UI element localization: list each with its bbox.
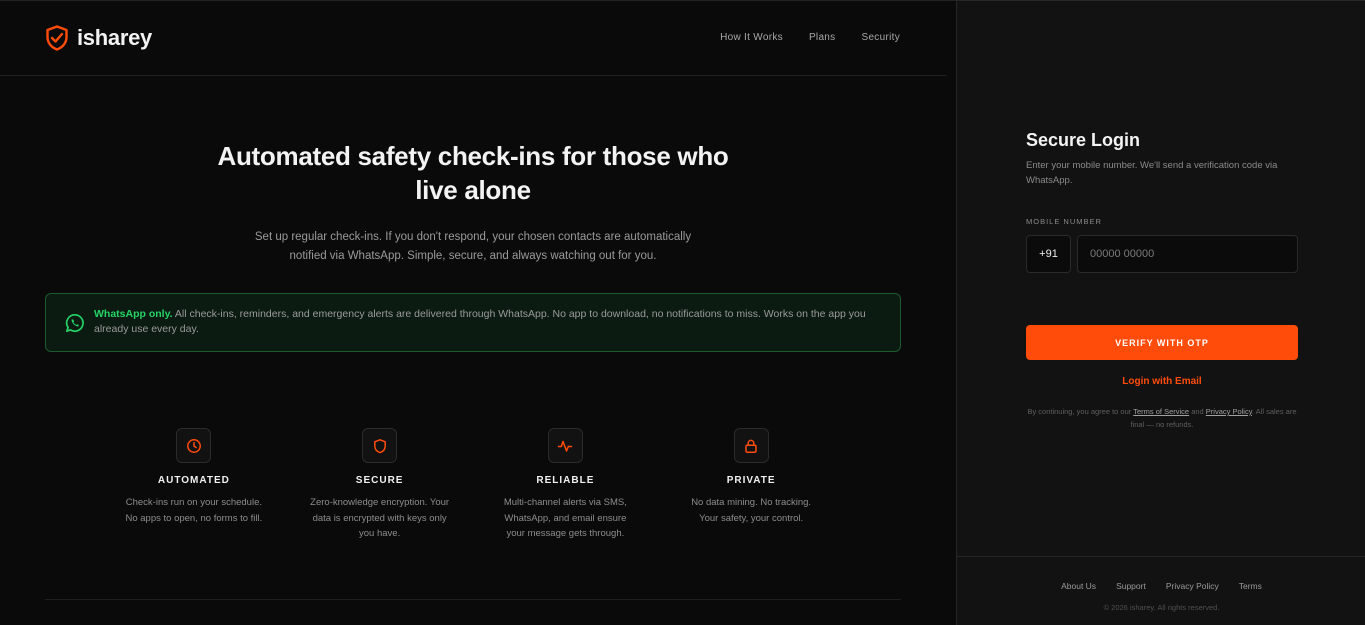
feature-description: Multi-channel alerts via SMS, WhatsApp, … [503,497,627,539]
feature-description: Check-ins run on your schedule. No apps … [125,497,263,524]
verify-otp-button[interactable]: VERIFY WITH OTP [1026,325,1298,360]
country-code-select[interactable]: +91 [1026,235,1071,273]
feature-automated: AUTOMATED Check-ins run on your schedule… [101,428,287,542]
feature-reliable: RELIABLE Multi-channel alerts via SMS, W… [473,428,659,542]
feature-description: No data mining. No tracking. Your safety… [691,497,812,524]
feature-description: Zero-knowledge encryption. Your data is … [310,497,450,539]
nav-link-plans[interactable]: Plans [809,32,836,43]
pulse-icon [547,428,583,463]
divider [45,599,901,600]
nav-link-how-it-works[interactable]: How It Works [720,32,783,43]
copyright: © 2026 isharey. All rights reserved. [1103,603,1220,612]
feature-title: PRIVATE [726,475,776,486]
feature-secure: SECURE Zero-knowledge encryption. Your d… [287,428,473,542]
login-subtitle: Enter your mobile number. We'll send a v… [1026,160,1278,186]
site-header: isharey How It Works Plans Security [0,1,946,76]
feature-title: AUTOMATED [157,475,230,486]
login-panel: Secure Login Enter your mobile number. W… [956,0,1365,625]
brand[interactable]: isharey [45,25,152,51]
legal-notice: By continuing, you agree to our Terms of… [1026,405,1298,431]
privacy-policy-link[interactable]: Privacy Policy [1206,407,1252,416]
login-with-email-link[interactable]: Login with Email [1026,376,1298,387]
footer-link-terms[interactable]: Terms [1239,581,1262,591]
feature-grid: AUTOMATED Check-ins run on your schedule… [101,428,844,542]
hero-subtitle: Set up regular check-ins. If you don't r… [220,228,726,266]
clock-icon [176,428,212,463]
feature-title: SECURE [355,475,404,486]
whatsapp-notice-strong: WhatsApp only. [94,308,173,320]
shield-logo-icon [45,25,69,51]
hero-title-line-2: live alone [415,175,531,205]
hero-title-line-1: Automated safety check-ins for those who [217,141,729,171]
nav-link-security[interactable]: Security [861,32,900,43]
shield-icon [362,428,398,463]
terms-of-service-link[interactable]: Terms of Service [1133,407,1189,416]
mobile-number-input[interactable] [1077,235,1298,273]
brand-name: isharey [77,25,152,50]
whatsapp-icon [65,313,85,338]
hero-title: Automated safety check-ins for those who… [170,139,776,207]
hero-subtitle-line-2: notified via WhatsApp. Simple, secure, a… [289,250,657,262]
footer-link-support[interactable]: Support [1116,581,1146,591]
lock-icon [733,428,769,463]
feature-private: PRIVATE No data mining. No tracking. You… [658,428,844,542]
divider [957,556,1365,557]
feature-title: RELIABLE [536,475,595,486]
main-nav: How It Works Plans Security [720,32,900,43]
landing-panel: isharey How It Works Plans Security Auto… [0,0,957,625]
whatsapp-notice: WhatsApp only. All check-ins, reminders,… [45,293,901,352]
footer-link-about-us[interactable]: About Us [1061,581,1096,591]
legal-and: and [1191,407,1204,416]
hero-subtitle-line-1: Set up regular check-ins. If you don't r… [254,231,692,243]
whatsapp-notice-text: WhatsApp only. All check-ins, reminders,… [94,307,872,337]
footer-links: About Us Support Privacy Policy Terms [957,581,1365,591]
whatsapp-notice-body: All check-ins, reminders, and emergency … [94,308,866,335]
mobile-number-label: MOBILE NUMBER [1026,217,1102,226]
footer-link-privacy-policy[interactable]: Privacy Policy [1166,581,1219,591]
login-title: Secure Login [1026,130,1141,150]
legal-prefix: By continuing, you agree to our [1027,407,1132,416]
